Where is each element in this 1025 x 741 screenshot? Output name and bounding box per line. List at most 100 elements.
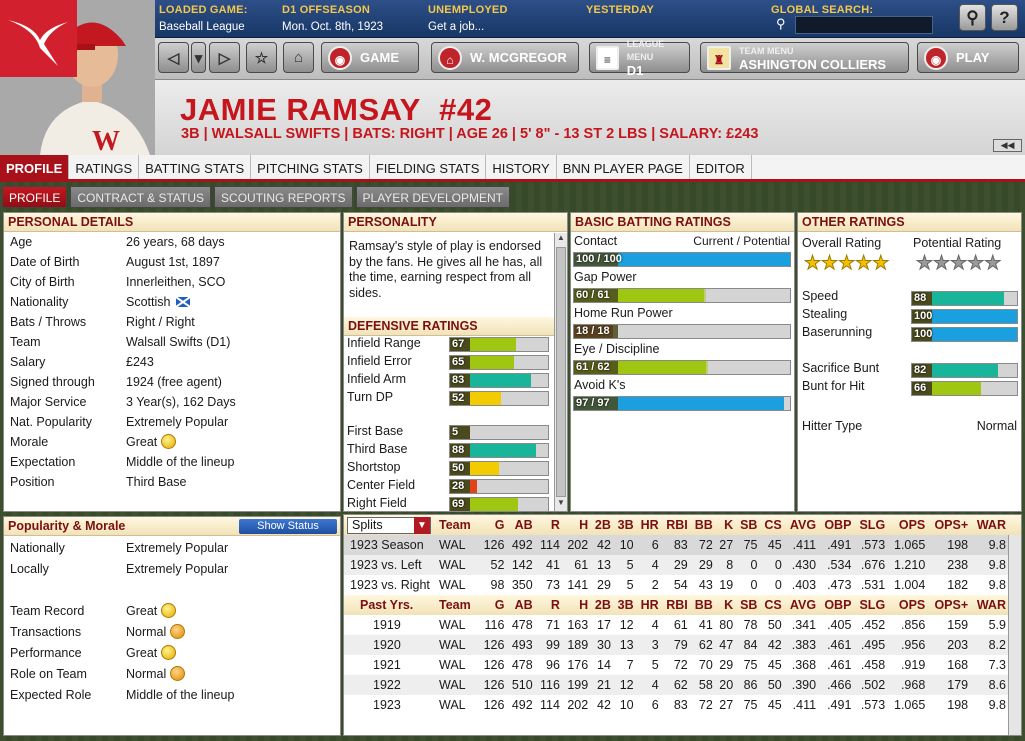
overall-star-icon: ★: [803, 253, 822, 274]
personality-scrollbar[interactable]: ▲ ▼: [554, 233, 567, 511]
play-label: PLAY: [956, 50, 990, 65]
play-button[interactable]: ◉ PLAY: [917, 42, 1019, 73]
splits-header[interactable]: Splits: [344, 515, 433, 535]
scroll-down-icon[interactable]: ▼: [555, 498, 567, 511]
stat-cell: 5: [626, 578, 634, 592]
team-menu-button[interactable]: ♜ TEAM MENU ASHINGTON COLLIERS: [700, 42, 909, 73]
batting-rating-bar: 97 / 97: [573, 396, 791, 411]
home-icon[interactable]: ⌂: [283, 42, 314, 73]
yesterday-link[interactable]: YESTERDAY: [586, 4, 654, 16]
stat-column-header[interactable]: WAR: [970, 515, 1008, 535]
tab-ratings[interactable]: RATINGS: [69, 155, 140, 179]
table-row[interactable]: 1923 WAL 126 492 114 202 42 10 6 83 72 27 75 45 .411 .4…: [344, 695, 1021, 715]
table-row[interactable]: 1919 WAL 116 478 71 163 17 12 4 61 41 80 78 50 .341 .40…: [344, 615, 1021, 635]
stat-column-header[interactable]: OPS+: [927, 515, 971, 535]
potential-star-icon: ★: [933, 253, 951, 274]
tab-history[interactable]: HISTORY: [486, 155, 557, 179]
table-row[interactable]: 1921 WAL 126 478 96 176 14 7 5 72 70 29 75 45.368.461…: [344, 655, 1021, 675]
tab-profile[interactable]: PROFILE: [0, 155, 70, 179]
stat-column-header[interactable]: H: [561, 515, 591, 535]
loaded-game-value[interactable]: Baseball League: [159, 21, 245, 33]
history-dropdown-icon[interactable]: ▾: [191, 42, 206, 73]
scroll-up-icon[interactable]: ▲: [555, 233, 567, 246]
stat-column-header[interactable]: RBI: [660, 595, 690, 615]
tab-batting-stats[interactable]: BATTING STATS: [139, 155, 252, 179]
tab-pitching-stats[interactable]: PITCHING STATS: [251, 155, 370, 179]
stat-column-header[interactable]: HR: [635, 515, 661, 535]
stat-column-header[interactable]: SLG: [853, 515, 888, 535]
employment-text[interactable]: Get a job...: [428, 21, 484, 33]
stat-column-header[interactable]: 2B: [590, 515, 613, 535]
stat-column-header[interactable]: Team: [433, 595, 479, 615]
stat-cell: 1.065: [887, 535, 928, 555]
stat-column-header[interactable]: CS: [759, 515, 784, 535]
global-search-input[interactable]: [795, 16, 933, 34]
stats-scrollbar[interactable]: [1008, 535, 1021, 735]
subtab-player-development[interactable]: PLAYER DEVELOPMENT: [355, 186, 510, 208]
stat-cell: 13: [612, 635, 636, 655]
collapse-header-icon[interactable]: ◀◀: [993, 139, 1022, 152]
overall-star-icon: ★: [821, 253, 839, 274]
tab-fielding-stats[interactable]: FIELDING STATS: [370, 155, 487, 179]
table-row[interactable]: 1920 WAL 126 493 99 189 30 13 3 79 62 47 84 42.383.46…: [344, 635, 1021, 655]
stat-column-header[interactable]: R: [534, 515, 562, 535]
stat-column-header[interactable]: CS: [759, 595, 784, 615]
stat-column-header[interactable]: HR: [635, 595, 661, 615]
stat-column-header[interactable]: BB: [689, 515, 715, 535]
subtab-scouting-reports[interactable]: SCOUTING REPORTS: [214, 186, 353, 208]
stat-column-header[interactable]: BB: [689, 595, 715, 615]
stat-column-header[interactable]: R: [534, 595, 562, 615]
league-menu-button[interactable]: ≡ LEAGUE MENU D1: [589, 39, 690, 77]
stat-column-header[interactable]: K: [714, 515, 736, 535]
stat-column-header[interactable]: G: [478, 595, 507, 615]
search-icon[interactable]: ⚲: [959, 4, 986, 31]
stat-column-header[interactable]: SB: [735, 515, 760, 535]
table-row[interactable]: 1923 Season WAL 126 492 114 202 42 10 6 83 72 27 75 4…: [344, 535, 1021, 555]
defense-value: 83: [452, 374, 465, 386]
show-status-button[interactable]: Show Status: [239, 519, 337, 534]
personal-value[interactable]: Walsall Swifts (D1): [126, 332, 230, 352]
stat-column-header[interactable]: 3B: [612, 515, 636, 535]
tab-bnn-player-page[interactable]: BNN PLAYER PAGE: [557, 155, 690, 179]
stat-column-header[interactable]: H: [561, 595, 591, 615]
row-label: 1923 Season: [344, 535, 433, 555]
star-icon[interactable]: ☆: [246, 42, 277, 73]
stat-column-header[interactable]: AB: [506, 595, 535, 615]
stat-column-header[interactable]: RBI: [660, 515, 690, 535]
back-arrow-icon[interactable]: ◁: [158, 42, 189, 73]
stat-column-header[interactable]: OBP: [818, 515, 854, 535]
splits-dropdown[interactable]: Splits: [347, 516, 431, 534]
stat-column-header[interactable]: SLG: [853, 595, 888, 615]
stat-cell: WAL: [433, 635, 479, 655]
subtab-contract-status[interactable]: CONTRACT & STATUS: [70, 186, 212, 208]
stat-column-header[interactable]: SB: [735, 595, 760, 615]
game-menu-button[interactable]: ◉ GAME: [321, 42, 419, 73]
stat-cell: 9.8: [970, 555, 1008, 575]
stat-column-header[interactable]: OPS+: [927, 595, 971, 615]
stat-column-header[interactable]: G: [478, 515, 507, 535]
stat-column-header[interactable]: OBP: [818, 595, 854, 615]
stat-column-header[interactable]: AVG: [783, 595, 819, 615]
help-icon[interactable]: ?: [991, 4, 1018, 31]
stat-column-header[interactable]: AB: [506, 515, 535, 535]
stat-column-header[interactable]: 2B: [590, 595, 613, 615]
table-row[interactable]: 1923 vs. Right WAL 98 350 73 141 29 5 2 54 43 19 0 0.…: [344, 575, 1021, 595]
stat-column-header[interactable]: OPS: [887, 515, 928, 535]
stat-column-header[interactable]: K: [714, 595, 736, 615]
forward-arrow-icon[interactable]: ▷: [209, 42, 240, 73]
stat-column-header[interactable]: 3B: [612, 595, 636, 615]
table-row[interactable]: 1922 WAL 126 510 116 199 21 12 4 62 58 20 86 50.390.4…: [344, 675, 1021, 695]
employment-label: UNEMPLOYED: [428, 4, 508, 16]
scroll-thumb[interactable]: [556, 247, 566, 497]
tab-editor[interactable]: EDITOR: [690, 155, 752, 179]
stat-cell: 42: [759, 635, 784, 655]
subtab-profile[interactable]: PROFILE: [2, 186, 68, 208]
season-date[interactable]: Mon. Oct. 8th, 1923: [282, 21, 383, 33]
stat-column-header[interactable]: Team: [433, 515, 479, 535]
stat-column-header[interactable]: WAR: [970, 595, 1008, 615]
stat-column-header[interactable]: AVG: [783, 515, 819, 535]
stat-column-header[interactable]: OPS: [887, 595, 928, 615]
other-rating-label: Speed: [802, 289, 839, 303]
table-row[interactable]: 1923 vs. Left WAL 52 142 41 61 13 5 4 29 29 8 0 0.430…: [344, 555, 1021, 575]
manager-menu-button[interactable]: ⌂ W. MCGREGOR: [431, 42, 579, 73]
